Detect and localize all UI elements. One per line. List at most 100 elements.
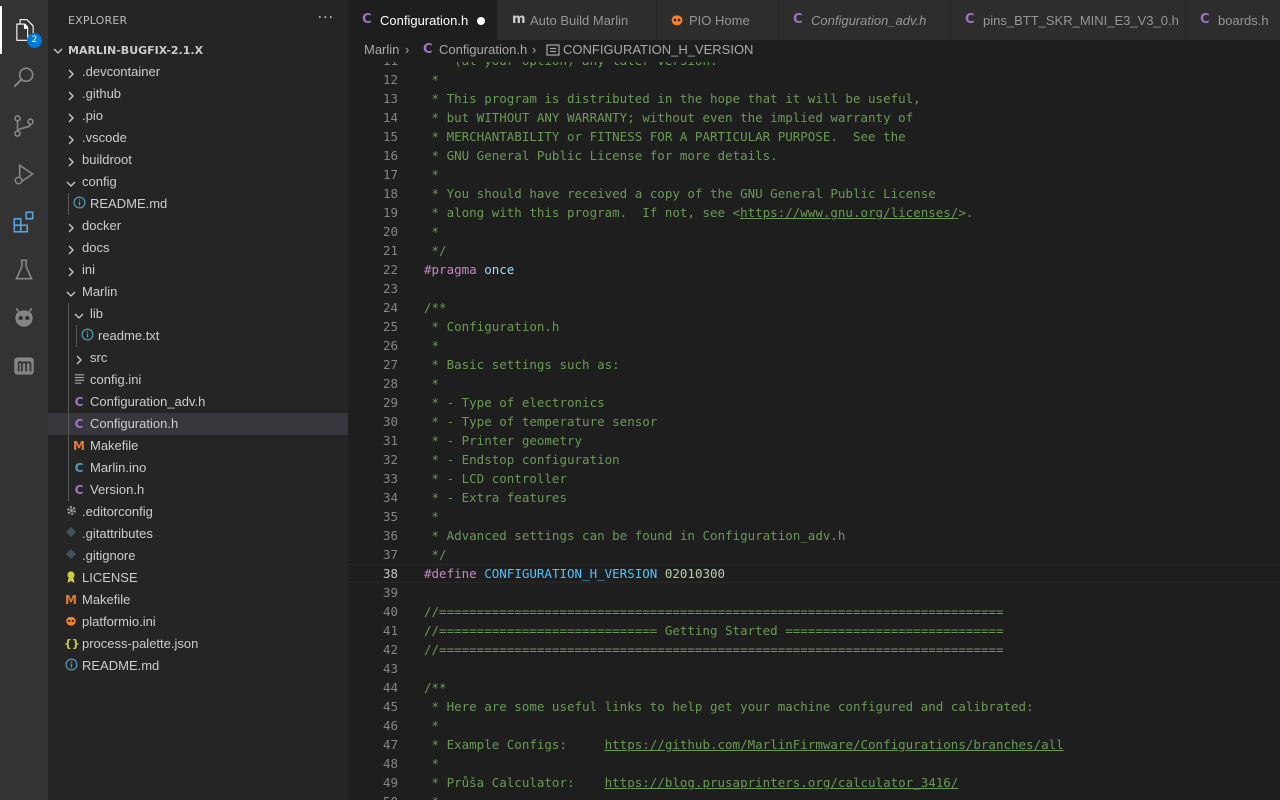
workspace-root[interactable]: MARLIN-BUGFIX-2.1.X	[48, 40, 348, 62]
code-line[interactable]: 48 *	[348, 754, 1280, 773]
breadcrumb-folder[interactable]: Marlin	[364, 42, 399, 57]
code-line[interactable]: 34 * - Extra features	[348, 488, 1280, 507]
code-line[interactable]: 11 * (at your option) any later version.	[348, 62, 1280, 70]
code-link[interactable]: https://github.com/MarlinFirmware/Config…	[605, 737, 1064, 752]
tree-item-readme-md[interactable]: README.md	[48, 193, 348, 215]
tree-item-config-ini[interactable]: config.ini	[48, 369, 348, 391]
breadcrumb-symbol[interactable]: CONFIGURATION_H_VERSION	[563, 42, 753, 57]
line-number: 31	[382, 433, 398, 448]
code-line[interactable]: 13 * This program is distributed in the …	[348, 89, 1280, 108]
line-number: 50	[348, 792, 398, 800]
extensions-icon[interactable]	[0, 198, 48, 246]
code-line[interactable]: 31 * - Printer geometry	[348, 431, 1280, 450]
tab-label: Configuration.h	[380, 13, 469, 28]
unsaved-dot-icon[interactable]	[477, 17, 485, 25]
code-token: * - LCD controller	[424, 471, 567, 486]
code-line[interactable]: 50 *	[348, 792, 1280, 800]
code-line[interactable]: 37 */	[348, 545, 1280, 564]
tab-auto-build-marlin[interactable]: m Auto Build Marlin	[498, 0, 657, 40]
code-line[interactable]: 26 *	[348, 336, 1280, 355]
code-line[interactable]: 28 *	[348, 374, 1280, 393]
tree-item-docker[interactable]: docker	[48, 215, 348, 237]
code-line[interactable]: 25 * Configuration.h	[348, 317, 1280, 336]
code-line[interactable]: 32 * - Endstop configuration	[348, 450, 1280, 469]
tree-item-license[interactable]: LICENSE	[48, 567, 348, 589]
code-line[interactable]: 33 * - LCD controller	[348, 469, 1280, 488]
code-line[interactable]: 23	[348, 279, 1280, 298]
code-link[interactable]: https://www.gnu.org/licenses/	[740, 205, 958, 220]
tree-item-marlin-ino[interactable]: C Marlin.ino	[48, 457, 348, 479]
code-line[interactable]: 45 * Here are some useful links to help …	[348, 697, 1280, 716]
code-line[interactable]: 18 * You should have received a copy of …	[348, 184, 1280, 203]
tree-item-config[interactable]: config	[48, 171, 348, 193]
platformio-alien-icon[interactable]	[0, 294, 48, 342]
code-line[interactable]: 22 #pragma once	[348, 260, 1280, 279]
code-line[interactable]: 20 *	[348, 222, 1280, 241]
tab-pio-home[interactable]: PIO Home	[657, 0, 779, 40]
explorer-icon[interactable]: 2	[0, 6, 48, 54]
source-control-icon[interactable]	[0, 102, 48, 150]
code-line[interactable]: 12 *	[348, 70, 1280, 89]
tree-item-version-h[interactable]: C Version.h	[48, 479, 348, 501]
code-line[interactable]: 41 //============================= Gettin…	[348, 621, 1280, 640]
tab-configuration-adv-h[interactable]: C Configuration_adv.h	[779, 0, 951, 40]
code-line[interactable]: 42 //====================================…	[348, 640, 1280, 659]
tab-configuration-h[interactable]: C Configuration.h	[348, 0, 498, 40]
tree-item-src[interactable]: src	[48, 347, 348, 369]
tree-item-readme-md[interactable]: README.md	[48, 655, 348, 677]
tree-item-makefile[interactable]: M Makefile	[48, 435, 348, 457]
tree-item-readme-txt[interactable]: readme.txt	[48, 325, 348, 347]
tree-item-vscode[interactable]: .vscode	[48, 127, 348, 149]
code-text: *	[424, 754, 440, 773]
code-line[interactable]: 46 *	[348, 716, 1280, 735]
tree-item-pio[interactable]: .pio	[48, 105, 348, 127]
tree-item-gitignore[interactable]: .gitignore	[48, 545, 348, 567]
code-text: * (at your option) any later version.	[424, 62, 718, 70]
code-line[interactable]: 17 *	[348, 165, 1280, 184]
code-line[interactable]: 49 * Průša Calculator: https://blog.prus…	[348, 773, 1280, 792]
testing-flask-icon[interactable]	[0, 246, 48, 294]
code-line[interactable]: 30 * - Type of temperature sensor	[348, 412, 1280, 431]
code-line[interactable]: 27 * Basic settings such as:	[348, 355, 1280, 374]
tree-item-ini[interactable]: ini	[48, 259, 348, 281]
more-actions-icon[interactable]: ···	[318, 10, 334, 26]
tree-item-buildroot[interactable]: buildroot	[48, 149, 348, 171]
code-line[interactable]: 40 //====================================…	[348, 602, 1280, 621]
tree-item-editorconfig[interactable]: .editorconfig	[48, 501, 348, 523]
code-line[interactable]: 15 * MERCHANTABILITY or FITNESS FOR A PA…	[348, 127, 1280, 146]
tree-item-github[interactable]: .github	[48, 83, 348, 105]
code-line[interactable]: 38 #define CONFIGURATION_H_VERSION 020103…	[348, 564, 1280, 583]
tree-item-configuration-adv-h[interactable]: C Configuration_adv.h	[48, 391, 348, 413]
tree-item-platformio-ini[interactable]: platformio.ini	[48, 611, 348, 633]
tab-pins-btt-skr-mini[interactable]: C pins_BTT_SKR_MINI_E3_V3_0.h	[951, 0, 1186, 40]
tree-item-process-palette-json[interactable]: {} process-palette.json	[48, 633, 348, 655]
code-line[interactable]: 24 /**	[348, 298, 1280, 317]
code-line[interactable]: 14 * but WITHOUT ANY WARRANTY; without e…	[348, 108, 1280, 127]
code-line[interactable]: 44 /**	[348, 678, 1280, 697]
tree-item-docs[interactable]: docs	[48, 237, 348, 259]
code-line[interactable]: 47 * Example Configs: https://github.com…	[348, 735, 1280, 754]
breadcrumb-file[interactable]: Configuration.h	[439, 42, 527, 57]
tree-item-gitattributes[interactable]: .gitattributes	[48, 523, 348, 545]
tree-item-devcontainer[interactable]: .devcontainer	[48, 61, 348, 83]
tree-item-marlin[interactable]: Marlin	[48, 281, 348, 303]
code-line[interactable]: 36 * Advanced settings can be found in C…	[348, 526, 1280, 545]
code-link[interactable]: https://blog.prusaprinters.org/calculato…	[605, 775, 959, 790]
code-line[interactable]: 19 * along with this program. If not, se…	[348, 203, 1280, 222]
marlin-auto-build-icon[interactable]	[0, 342, 48, 390]
tree-item-configuration-h[interactable]: C Configuration.h	[48, 413, 348, 435]
code-line[interactable]: 43	[348, 659, 1280, 678]
tree-item-lib[interactable]: lib	[48, 303, 348, 325]
search-icon[interactable]	[0, 54, 48, 102]
run-debug-icon[interactable]	[0, 150, 48, 198]
code-line[interactable]: 29 * - Type of electronics	[348, 393, 1280, 412]
tab-boards-h[interactable]: C boards.h	[1186, 0, 1280, 40]
c-file-icon: C	[1200, 12, 1210, 27]
tree-item-makefile[interactable]: M Makefile	[48, 589, 348, 611]
code-line[interactable]: 16 * GNU General Public License for more…	[348, 146, 1280, 165]
code-line[interactable]: 21 */	[348, 241, 1280, 260]
tree-item-label: .devcontainer	[82, 64, 161, 79]
code-editor[interactable]: 11 * (at your option) any later version.…	[348, 62, 1280, 800]
code-line[interactable]: 39	[348, 583, 1280, 602]
code-line[interactable]: 35 *	[348, 507, 1280, 526]
